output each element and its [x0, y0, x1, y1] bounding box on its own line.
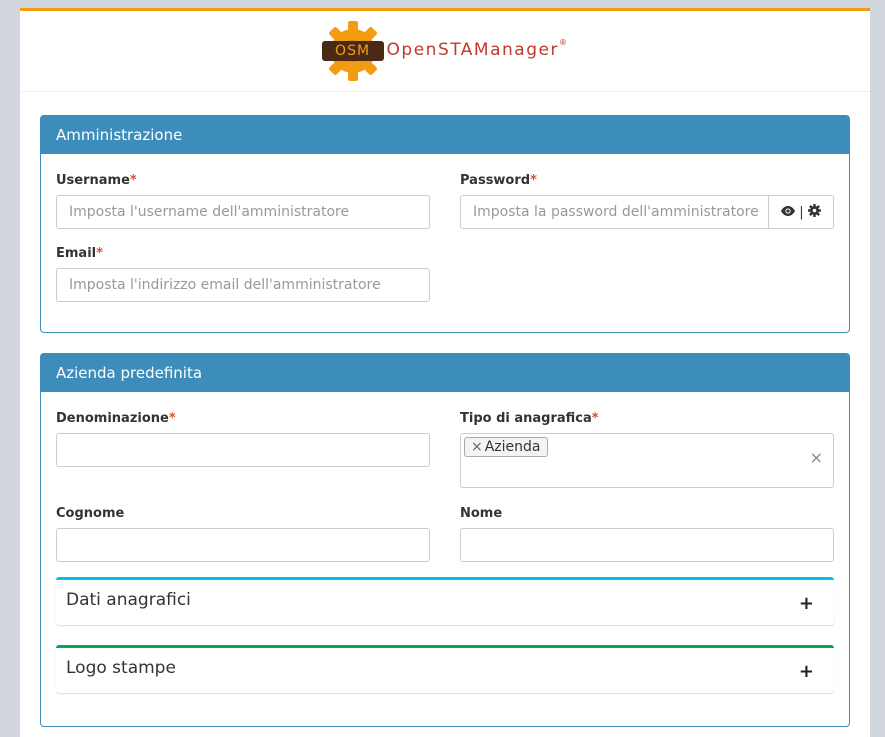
admin-box: Amministrazione Username* Imposta l'user…: [40, 115, 850, 333]
logo-stampe-title: Logo stampe: [66, 658, 176, 678]
denominazione-label: Denominazione*: [56, 411, 176, 426]
email-label: Email*: [56, 246, 103, 261]
header: OSM OpenSTAManager®: [20, 11, 870, 92]
logo-badge: OSM: [321, 41, 384, 61]
tipo-anagrafica-label: Tipo di anagrafica*: [460, 411, 599, 426]
username-input[interactable]: Imposta l'username dell'amministratore: [56, 195, 430, 229]
gear-icon: OSM: [321, 20, 384, 82]
company-box-title: Azienda predefinita: [41, 354, 849, 392]
tag-label: Azienda: [484, 439, 541, 455]
dati-anagrafici-panel[interactable]: Dati anagrafici +: [56, 577, 834, 625]
email-input[interactable]: Imposta l'indirizzo email dell'amministr…: [56, 268, 430, 302]
company-box: Azienda predefinita Denominazione* Tipo …: [40, 353, 850, 727]
nome-input[interactable]: [460, 528, 834, 562]
admin-box-title: Amministrazione: [41, 116, 849, 154]
dati-anagrafici-title: Dati anagrafici: [66, 590, 191, 610]
denominazione-input[interactable]: [56, 433, 430, 467]
nome-label: Nome: [460, 506, 503, 521]
logo: OSM OpenSTAManager®: [321, 20, 569, 82]
expand-plus-icon[interactable]: +: [799, 593, 814, 614]
selected-tag: × Azienda: [464, 437, 548, 457]
cognome-input[interactable]: [56, 528, 430, 562]
cognome-label: Cognome: [56, 506, 125, 521]
tipo-anagrafica-select[interactable]: × Azienda ×: [460, 433, 834, 488]
password-input[interactable]: Imposta la password dell'amministratore: [460, 195, 769, 229]
brand-name: OpenSTAManager®: [386, 38, 569, 60]
eye-icon[interactable]: [781, 205, 796, 220]
cog-icon[interactable]: [807, 203, 821, 221]
password-addon: |: [769, 195, 834, 229]
logo-stampe-panel[interactable]: Logo stampe +: [56, 645, 834, 693]
setup-page: OSM OpenSTAManager® Amministrazione User…: [20, 8, 870, 737]
expand-plus-icon[interactable]: +: [799, 661, 814, 682]
clear-icon[interactable]: ×: [810, 442, 823, 474]
password-label: Password*: [460, 173, 537, 188]
username-label: Username*: [56, 173, 137, 188]
tag-remove-icon[interactable]: ×: [471, 439, 483, 455]
addon-separator: |: [799, 204, 804, 220]
